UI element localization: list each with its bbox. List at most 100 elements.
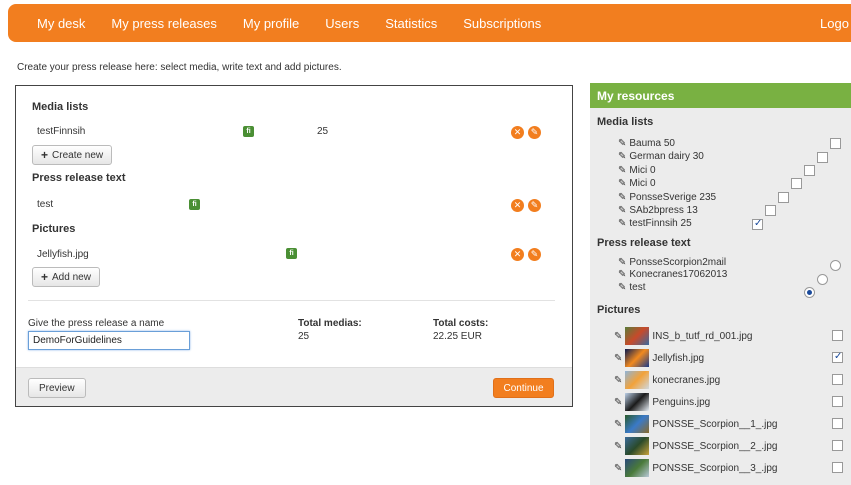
nav-subscriptions[interactable]: Subscriptions <box>463 16 541 31</box>
resource-label: PonsseScorpion2mail <box>629 257 727 268</box>
pencil-icon[interactable]: ✎ <box>618 269 626 280</box>
resources-title: My resources <box>590 83 851 108</box>
media-list-checkbox[interactable] <box>804 165 815 176</box>
nav-statistics[interactable]: Statistics <box>385 16 437 31</box>
resource-label: SAb2bpress 13 <box>629 205 698 216</box>
resource-media-list-item: ✎ Bauma 50 <box>618 138 675 149</box>
pencil-icon[interactable]: ✎ <box>614 375 622 386</box>
resource-label: INS_b_tutf_rd_001.jpg <box>652 330 753 342</box>
remove-icon[interactable]: ✕ <box>511 248 524 261</box>
pencil-icon[interactable]: ✎ <box>618 138 626 149</box>
edit-icon[interactable]: ✎ <box>528 126 541 139</box>
continue-button[interactable]: Continue <box>493 378 554 398</box>
pencil-icon[interactable]: ✎ <box>614 463 622 474</box>
total-medias-label: Total medias: <box>298 318 362 329</box>
press-release-text-title: Press release text <box>32 172 126 184</box>
resource-media-list-item: ✎ PonsseSverige 235 <box>618 192 716 203</box>
picture-thumbnail <box>625 437 650 455</box>
picture-thumbnail <box>625 393 650 411</box>
resource-picture-item: ✎ INS_b_tutf_rd_001.jpg <box>614 327 752 345</box>
resource-picture-item: ✎ konecranes.jpg <box>614 371 720 389</box>
media-list-checkbox[interactable] <box>752 218 763 230</box>
add-new-button[interactable]: + Add new <box>32 267 100 287</box>
media-list-checkbox[interactable] <box>765 205 776 216</box>
plus-icon: + <box>41 148 49 162</box>
resource-picture-item: ✎ Penguins.jpg <box>614 393 710 411</box>
pencil-icon[interactable]: ✎ <box>614 397 622 408</box>
resource-label: Mici 0 <box>629 178 656 189</box>
picture-checkbox[interactable] <box>832 330 843 341</box>
picture-checkbox[interactable] <box>832 440 843 451</box>
resource-text-item: ✎ Konecranes17062013 <box>618 269 727 280</box>
resource-label: PONSSE_Scorpion__3_.jpg <box>652 462 778 474</box>
resource-picture-item: ✎ Jellyfish.jpg <box>614 349 704 367</box>
pencil-icon[interactable]: ✎ <box>614 419 622 430</box>
picture-checkbox[interactable] <box>832 396 843 407</box>
nav-my-desk[interactable]: My desk <box>37 16 85 31</box>
total-costs-value: 22.25 EUR <box>433 331 482 342</box>
total-costs-label: Total costs: <box>433 318 489 329</box>
text-radio[interactable] <box>830 260 841 271</box>
pencil-icon[interactable]: ✎ <box>618 282 626 293</box>
name-label: Give the press release a name <box>28 318 165 329</box>
pencil-icon[interactable]: ✎ <box>618 218 626 229</box>
edit-icon[interactable]: ✎ <box>528 248 541 261</box>
resource-picture-item: ✎ PONSSE_Scorpion__3_.jpg <box>614 459 777 477</box>
pencil-icon[interactable]: ✎ <box>614 441 622 452</box>
resource-label: German dairy 30 <box>629 151 704 162</box>
nav-my-press-releases[interactable]: My press releases <box>111 16 216 31</box>
pencil-icon[interactable]: ✎ <box>618 151 626 162</box>
picture-checkbox[interactable] <box>832 462 843 473</box>
pencil-icon[interactable]: ✎ <box>618 165 626 176</box>
language-badge: fi <box>286 248 297 259</box>
edit-icon[interactable]: ✎ <box>528 199 541 212</box>
picture-thumbnail <box>625 459 650 477</box>
picture-checkbox[interactable] <box>832 351 843 363</box>
media-list-checkbox[interactable] <box>817 152 828 163</box>
pencil-icon[interactable]: ✎ <box>614 353 622 364</box>
media-count: 25 <box>317 126 329 137</box>
resource-picture-item: ✎ PONSSE_Scorpion__1_.jpg <box>614 415 777 433</box>
picture-checkbox[interactable] <box>832 374 843 385</box>
logout-link[interactable]: Logo <box>820 16 849 31</box>
media-list-checkbox[interactable] <box>830 138 841 149</box>
resource-text-item: ✎ PonsseScorpion2mail <box>618 257 726 268</box>
preview-button[interactable]: Preview <box>28 378 86 398</box>
nav-my-profile[interactable]: My profile <box>243 16 299 31</box>
intro-text: Create your press release here: select m… <box>17 62 342 73</box>
divider <box>28 300 555 301</box>
resource-media-list-item: ✎ Mici 0 <box>618 178 656 189</box>
language-badge: fi <box>243 126 254 137</box>
resource-label: Bauma 50 <box>629 138 675 149</box>
picture-thumbnail <box>625 371 650 389</box>
media-list-checkbox[interactable] <box>778 192 789 203</box>
remove-icon[interactable]: ✕ <box>511 126 524 139</box>
press-release-name-input[interactable] <box>28 331 190 350</box>
picture-name: Jellyfish.jpg <box>37 249 89 260</box>
resource-label: Jellyfish.jpg <box>652 352 705 364</box>
add-new-label: Add new <box>52 271 91 283</box>
pencil-icon[interactable]: ✎ <box>618 257 626 268</box>
pencil-icon[interactable]: ✎ <box>618 178 626 189</box>
resource-media-list-item: ✎ testFinnsih 25 <box>618 218 692 229</box>
resource-text-item: ✎ test <box>618 282 646 293</box>
pencil-icon[interactable]: ✎ <box>614 331 622 342</box>
picture-thumbnail <box>625 327 650 345</box>
resource-label: test <box>629 282 646 293</box>
create-new-label: Create new <box>52 149 104 161</box>
picture-checkbox[interactable] <box>832 418 843 429</box>
text-name: test <box>37 199 54 210</box>
resource-picture-item: ✎ PONSSE_Scorpion__2_.jpg <box>614 437 777 455</box>
nav-users[interactable]: Users <box>325 16 359 31</box>
media-lists-title: Media lists <box>32 101 89 113</box>
text-radio[interactable] <box>804 287 815 298</box>
text-radio[interactable] <box>817 274 828 285</box>
pencil-icon[interactable]: ✎ <box>618 192 626 203</box>
remove-icon[interactable]: ✕ <box>511 199 524 212</box>
language-badge: fi <box>189 199 200 210</box>
create-new-button[interactable]: + Create new <box>32 145 113 165</box>
resource-label: PonsseSverige 235 <box>629 192 717 203</box>
pencil-icon[interactable]: ✎ <box>618 205 626 216</box>
editor-panel: Media lists testFinnsih fi 25 ✕ ✎ + Crea… <box>15 85 573 407</box>
media-list-checkbox[interactable] <box>791 178 802 189</box>
